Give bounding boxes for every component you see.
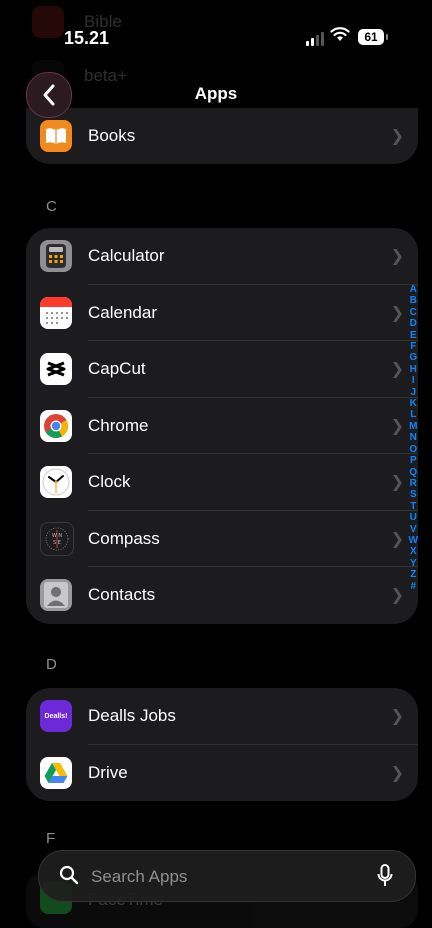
index-letter-s[interactable]: S <box>410 489 417 500</box>
chevron-right-icon: ❯ <box>390 708 404 726</box>
index-letter-y[interactable]: Y <box>410 558 417 569</box>
group-c: Calculator ❯ Calendar ❯ CapCut ❯ Chrome <box>26 228 418 624</box>
item-label: CapCut <box>88 359 146 379</box>
index-letter-n[interactable]: N <box>410 432 417 443</box>
chrome-icon <box>40 409 72 442</box>
index-letter-l[interactable]: L <box>410 409 416 420</box>
index-letter-v[interactable]: V <box>410 524 417 535</box>
item-label: Dealls Jobs <box>88 706 176 726</box>
index-letter-e[interactable]: E <box>410 330 417 341</box>
contacts-icon <box>40 579 72 612</box>
chevron-right-icon: ❯ <box>390 587 404 605</box>
index-letter-i[interactable]: I <box>412 375 415 386</box>
index-letter-x[interactable]: X <box>410 546 417 557</box>
list-item-compass[interactable]: W NS E Compass ❯ <box>26 511 418 567</box>
list-item-calendar[interactable]: Calendar ❯ <box>26 285 418 341</box>
list-item-drive[interactable]: Drive ❯ <box>26 745 418 802</box>
index-letter-z[interactable]: Z <box>410 569 416 580</box>
index-letter-g[interactable]: G <box>409 352 417 363</box>
dealls-icon: Dealls! <box>40 700 72 733</box>
chevron-right-icon: ❯ <box>390 304 404 322</box>
index-letter-c[interactable]: C <box>410 307 417 318</box>
chevron-right-icon: ❯ <box>390 248 404 266</box>
item-label: Clock <box>88 472 131 492</box>
list-item-contacts[interactable]: Contacts ❯ <box>26 567 418 624</box>
index-letter-hash[interactable]: # <box>410 581 416 592</box>
index-letter-w[interactable]: W <box>409 535 418 546</box>
chevron-right-icon: ❯ <box>390 361 404 379</box>
index-letter-q[interactable]: Q <box>409 467 417 478</box>
group-d: Dealls! Dealls Jobs ❯ Drive ❯ <box>26 688 418 801</box>
section-header-d: D <box>46 656 57 673</box>
section-header-f: F <box>46 830 56 847</box>
status-time: 15.21 <box>64 28 110 48</box>
navigation-bar: Apps <box>8 66 424 122</box>
calendar-icon <box>40 296 72 329</box>
screen: Bible beta+ 15.21 61 Apps Books ❯ C Calc… <box>8 0 424 928</box>
chevron-right-icon: ❯ <box>390 417 404 435</box>
drive-icon <box>40 756 72 789</box>
item-label: Compass <box>88 528 160 548</box>
index-letter-k[interactable]: K <box>410 398 417 409</box>
index-letter-j[interactable]: J <box>410 387 416 398</box>
list-item-capcut[interactable]: CapCut ❯ <box>26 341 418 398</box>
index-letter-d[interactable]: D <box>410 318 417 329</box>
signal-icon <box>306 32 324 46</box>
index-letter-o[interactable]: O <box>409 444 417 455</box>
index-letter-b[interactable]: B <box>410 295 417 306</box>
chevron-right-icon: ❯ <box>390 764 404 782</box>
index-letter-h[interactable]: H <box>410 364 417 375</box>
microphone-icon[interactable] <box>377 864 393 888</box>
page-title: Apps <box>194 84 238 103</box>
clock-icon <box>40 466 72 499</box>
item-label: Chrome <box>88 415 149 435</box>
index-letter-m[interactable]: M <box>409 421 417 432</box>
alphabet-index[interactable]: A B C D E F G H I J K L M N O P Q R S T U V W X Y Z # <box>409 284 418 592</box>
index-letter-f[interactable]: F <box>410 341 416 352</box>
chevron-right-icon: ❯ <box>390 474 404 492</box>
chevron-right-icon: ❯ <box>390 530 404 548</box>
index-letter-p[interactable]: P <box>410 455 417 466</box>
list-item-dealls-jobs[interactable]: Dealls! Dealls Jobs ❯ <box>26 688 418 745</box>
list-item-clock[interactable]: Clock ❯ <box>26 454 418 511</box>
section-header-c: C <box>46 198 57 215</box>
item-label: Books <box>88 126 136 146</box>
index-letter-t[interactable]: T <box>410 501 416 512</box>
wifi-icon <box>330 27 350 41</box>
index-letter-a[interactable]: A <box>410 284 417 295</box>
item-label: Calendar <box>88 302 157 322</box>
item-label: Contacts <box>88 585 156 605</box>
item-label: Drive <box>88 762 128 782</box>
index-letter-u[interactable]: U <box>410 512 417 523</box>
calculator-icon <box>40 240 72 273</box>
battery-indicator: 61 <box>358 29 388 45</box>
capcut-icon <box>40 353 72 386</box>
search-input[interactable]: Search Apps <box>91 867 187 887</box>
search-icon <box>59 865 79 885</box>
list-item-calculator[interactable]: Calculator ❯ <box>26 228 418 285</box>
list-item-chrome[interactable]: Chrome ❯ <box>26 398 418 454</box>
index-letter-r[interactable]: R <box>410 478 417 489</box>
compass-icon: W NS E <box>40 521 74 556</box>
chevron-right-icon: ❯ <box>390 128 404 146</box>
search-bar[interactable]: Search Apps <box>38 850 416 902</box>
books-icon <box>40 120 72 153</box>
item-label: Calculator <box>88 246 165 266</box>
status-bar: 15.21 61 <box>8 0 424 62</box>
